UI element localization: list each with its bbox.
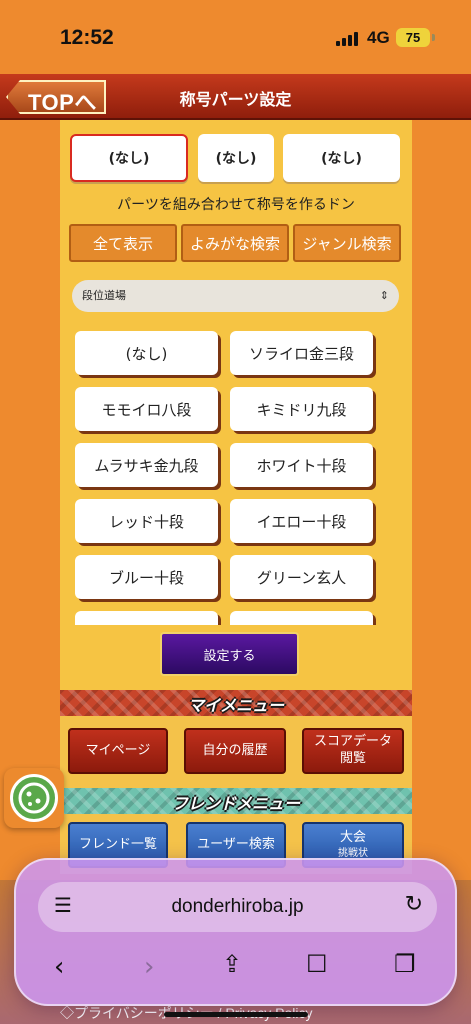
home-indicator <box>164 1012 308 1017</box>
part-option[interactable]: イエロー十段 <box>230 499 373 543</box>
my-menu-title: マイメニュー <box>187 696 284 715</box>
tournament-label: 大会 <box>339 830 366 846</box>
part-option[interactable]: グリーン玄人 <box>230 555 373 599</box>
page-title: 称号パーツ設定 <box>179 90 292 109</box>
friend-menu-banner: フレンドメニュー <box>60 788 412 814</box>
cookie-settings-button[interactable] <box>4 768 64 828</box>
hint-text: パーツを組み合わせて称号を作るドン <box>117 197 355 213</box>
score-data-button[interactable]: スコアデータ 閲覧 <box>302 728 404 774</box>
category-select[interactable]: 段位道場 ⇕ <box>72 280 399 312</box>
share-icon[interactable]: ⇪ <box>222 952 242 976</box>
address-bar[interactable]: ☰ donderhiroba.jp ↻ <box>38 882 437 932</box>
score-data-label-1: スコアデータ <box>313 734 392 750</box>
part-option[interactable]: (なし) <box>75 331 218 375</box>
signal-icon <box>336 30 360 46</box>
tab-reading-search[interactable]: よみがな検索 <box>181 224 289 262</box>
select-arrows-icon: ⇕ <box>379 289 389 302</box>
part-option[interactable] <box>230 611 373 625</box>
tab-show-all[interactable]: 全て表示 <box>69 224 177 262</box>
history-button[interactable]: 自分の履歴 <box>184 728 286 774</box>
my-page-button[interactable]: マイページ <box>68 728 168 774</box>
my-menu: マイページ 自分の履歴 スコアデータ 閲覧 <box>60 716 412 788</box>
back-icon[interactable]: ‹ <box>54 954 64 980</box>
friend-menu-title: フレンドメニュー <box>171 794 300 813</box>
reload-icon[interactable]: ↻ <box>405 894 423 916</box>
tab-genre-search[interactable]: ジャンル検索 <box>293 224 401 262</box>
battery-icon: 75 <box>396 28 430 47</box>
title-parts-panel: (なし) (なし) (なし) パーツを組み合わせて称号を作るドン 全て表示 よみ… <box>60 120 412 690</box>
battery-tip <box>432 34 435 41</box>
part-option[interactable]: ブルー十段 <box>75 555 218 599</box>
part-option[interactable]: レッド十段 <box>75 499 218 543</box>
url-text: donderhiroba.jp <box>171 896 304 917</box>
parts-list[interactable]: (なし) ソライロ金三段 モモイロ八段 キミドリ九段 ムラサキ金九段 ホワイト十… <box>60 325 412 625</box>
part-option[interactable]: キミドリ九段 <box>230 387 373 431</box>
part-slot-1[interactable]: (なし) <box>70 134 188 182</box>
submit-button[interactable]: 設定する <box>160 632 299 676</box>
part-option[interactable]: ムラサキ金九段 <box>75 443 218 487</box>
part-option[interactable]: ホワイト十段 <box>230 443 373 487</box>
part-slot-3[interactable]: (なし) <box>283 134 400 182</box>
my-menu-banner: マイメニュー <box>60 690 412 716</box>
score-data-label-2: 閲覧 <box>339 751 366 766</box>
part-slot-2[interactable]: (なし) <box>198 134 274 182</box>
part-option[interactable]: ソライロ金三段 <box>230 331 373 375</box>
forward-icon[interactable]: › <box>144 954 154 980</box>
tabs-icon[interactable]: ❐ <box>394 952 416 976</box>
cookie-icon <box>10 774 58 822</box>
category-select-value: 段位道場 <box>82 289 126 302</box>
bookmarks-icon[interactable]: ☐ <box>306 952 328 976</box>
safari-toolbar: ☰ donderhiroba.jp ↻ ‹ › ⇪ ☐ ❐ <box>14 858 457 1006</box>
part-option[interactable] <box>75 611 218 625</box>
part-option[interactable]: モモイロ八段 <box>75 387 218 431</box>
battery-level: 75 <box>405 30 421 45</box>
status-bar: 12:52 4G 75 <box>0 0 471 72</box>
page-header: TOPへ 称号パーツ設定 <box>0 74 471 120</box>
status-time: 12:52 <box>60 26 114 49</box>
network-label: 4G <box>367 28 390 47</box>
